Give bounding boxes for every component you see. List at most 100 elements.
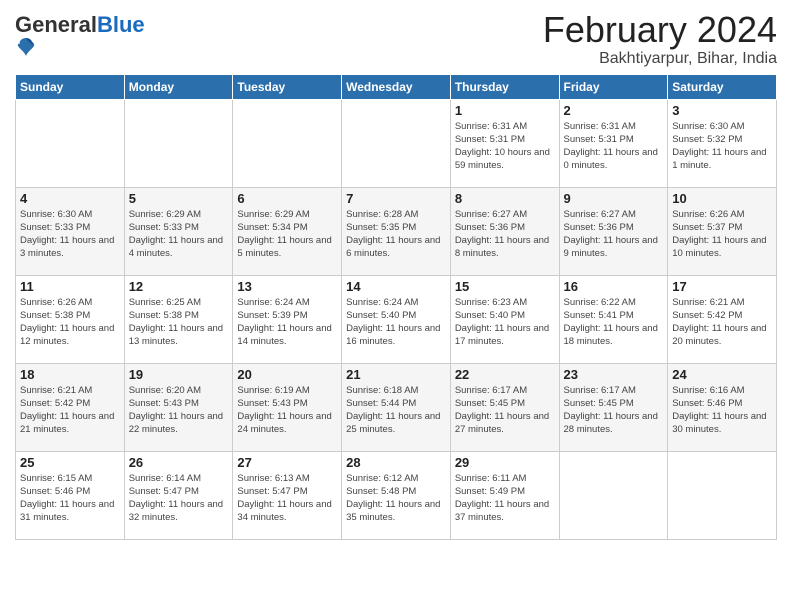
day-info: Sunrise: 6:14 AM Sunset: 5:47 PM Dayligh… — [129, 472, 229, 525]
day-info: Sunrise: 6:16 AM Sunset: 5:46 PM Dayligh… — [672, 384, 772, 437]
day-info: Sunrise: 6:27 AM Sunset: 5:36 PM Dayligh… — [455, 208, 555, 261]
day-number: 2 — [564, 103, 664, 118]
day-info: Sunrise: 6:23 AM Sunset: 5:40 PM Dayligh… — [455, 296, 555, 349]
table-row: 17Sunrise: 6:21 AM Sunset: 5:42 PM Dayli… — [668, 275, 777, 363]
table-row: 18 Sunrise: 6:21 AM Sunset: 5:42 PM Dayli… — [16, 363, 125, 451]
day-info: Sunrise: 6:20 AM Sunset: 5:43 PM Dayligh… — [129, 384, 229, 437]
day-number: 9 — [564, 191, 664, 206]
table-row: 1Sunrise: 6:31 AM Sunset: 5:31 PM Daylig… — [450, 99, 559, 187]
day-number: 7 — [346, 191, 446, 206]
day-number: 3 — [672, 103, 772, 118]
day-number: 18 — [20, 367, 120, 382]
day-number: 21 — [346, 367, 446, 382]
table-row: 4 Sunrise: 6:30 AM Sunset: 5:33 PM Daylig… — [16, 187, 125, 275]
day-number: 19 — [129, 367, 229, 382]
day-info: Sunrise: 6:17 AM Sunset: 5:45 PM Dayligh… — [564, 384, 664, 437]
table-row: 14 Sunrise: 6:24 AM Sunset: 5:40 PM Dayli… — [342, 275, 451, 363]
day-number: 28 — [346, 455, 446, 470]
calendar-week-row: 11 Sunrise: 6:26 AM Sunset: 5:38 PM Dayli… — [16, 275, 777, 363]
page: GeneralBlue February 2024 Bakhtiyarpur, … — [0, 0, 792, 612]
day-info: Sunrise: 6:31 AM Sunset: 5:31 PM Dayligh… — [564, 120, 664, 173]
table-row: 29 Sunrise: 6:11 AM Sunset: 5:49 PM Dayli… — [450, 451, 559, 539]
table-row: 24 Sunrise: 6:16 AM Sunset: 5:46 PM Dayli… — [668, 363, 777, 451]
day-number: 29 — [455, 455, 555, 470]
day-number: 4 — [20, 191, 120, 206]
table-row: 16Sunrise: 6:22 AM Sunset: 5:41 PM Dayli… — [559, 275, 668, 363]
table-row: 26 Sunrise: 6:14 AM Sunset: 5:47 PM Dayli… — [124, 451, 233, 539]
day-number: 8 — [455, 191, 555, 206]
header-thursday: Thursday — [450, 74, 559, 99]
day-info: Sunrise: 6:11 AM Sunset: 5:49 PM Dayligh… — [455, 472, 555, 525]
day-info: Sunrise: 6:25 AM Sunset: 5:38 PM Dayligh… — [129, 296, 229, 349]
day-number: 14 — [346, 279, 446, 294]
table-row — [124, 99, 233, 187]
table-row — [342, 99, 451, 187]
subtitle: Bakhtiyarpur, Bihar, India — [543, 50, 777, 68]
header-saturday: Saturday — [668, 74, 777, 99]
day-info: Sunrise: 6:31 AM Sunset: 5:31 PM Dayligh… — [455, 120, 555, 173]
header-wednesday: Wednesday — [342, 74, 451, 99]
header: GeneralBlue February 2024 Bakhtiyarpur, … — [15, 10, 777, 68]
day-info: Sunrise: 6:30 AM Sunset: 5:32 PM Dayligh… — [672, 120, 772, 173]
table-row: 20 Sunrise: 6:19 AM Sunset: 5:43 PM Dayli… — [233, 363, 342, 451]
table-row: 10 Sunrise: 6:26 AM Sunset: 5:37 PM Dayli… — [668, 187, 777, 275]
day-number: 26 — [129, 455, 229, 470]
day-number: 22 — [455, 367, 555, 382]
day-info: Sunrise: 6:21 AM Sunset: 5:42 PM Dayligh… — [20, 384, 120, 437]
main-title: February 2024 — [543, 10, 777, 50]
logo: GeneralBlue — [15, 14, 145, 63]
calendar-week-row: 4 Sunrise: 6:30 AM Sunset: 5:33 PM Daylig… — [16, 187, 777, 275]
day-info: Sunrise: 6:21 AM Sunset: 5:42 PM Dayligh… — [672, 296, 772, 349]
day-number: 16 — [564, 279, 664, 294]
calendar-week-row: 1Sunrise: 6:31 AM Sunset: 5:31 PM Daylig… — [16, 99, 777, 187]
table-row: 6Sunrise: 6:29 AM Sunset: 5:34 PM Daylig… — [233, 187, 342, 275]
day-number: 20 — [237, 367, 337, 382]
day-info: Sunrise: 6:12 AM Sunset: 5:48 PM Dayligh… — [346, 472, 446, 525]
table-row: 28 Sunrise: 6:12 AM Sunset: 5:48 PM Dayli… — [342, 451, 451, 539]
table-row: 23 Sunrise: 6:17 AM Sunset: 5:45 PM Dayli… — [559, 363, 668, 451]
day-info: Sunrise: 6:24 AM Sunset: 5:40 PM Dayligh… — [346, 296, 446, 349]
table-row — [16, 99, 125, 187]
logo-general: General — [15, 12, 97, 37]
table-row: 21Sunrise: 6:18 AM Sunset: 5:44 PM Dayli… — [342, 363, 451, 451]
table-row: 15Sunrise: 6:23 AM Sunset: 5:40 PM Dayli… — [450, 275, 559, 363]
title-block: February 2024 Bakhtiyarpur, Bihar, India — [543, 10, 777, 68]
day-info: Sunrise: 6:28 AM Sunset: 5:35 PM Dayligh… — [346, 208, 446, 261]
day-info: Sunrise: 6:15 AM Sunset: 5:46 PM Dayligh… — [20, 472, 120, 525]
table-row: 5 Sunrise: 6:29 AM Sunset: 5:33 PM Daylig… — [124, 187, 233, 275]
calendar-header-row: Sunday Monday Tuesday Wednesday Thursday… — [16, 74, 777, 99]
table-row: 8 Sunrise: 6:27 AM Sunset: 5:36 PM Daylig… — [450, 187, 559, 275]
table-row: 19 Sunrise: 6:20 AM Sunset: 5:43 PM Dayli… — [124, 363, 233, 451]
day-info: Sunrise: 6:24 AM Sunset: 5:39 PM Dayligh… — [237, 296, 337, 349]
day-info: Sunrise: 6:26 AM Sunset: 5:37 PM Dayligh… — [672, 208, 772, 261]
logo-text: GeneralBlue — [15, 14, 145, 36]
day-info: Sunrise: 6:19 AM Sunset: 5:43 PM Dayligh… — [237, 384, 337, 437]
table-row: 13Sunrise: 6:24 AM Sunset: 5:39 PM Dayli… — [233, 275, 342, 363]
day-number: 24 — [672, 367, 772, 382]
day-number: 11 — [20, 279, 120, 294]
table-row: 25 Sunrise: 6:15 AM Sunset: 5:46 PM Dayli… — [16, 451, 125, 539]
day-info: Sunrise: 6:27 AM Sunset: 5:36 PM Dayligh… — [564, 208, 664, 261]
table-row: 27 Sunrise: 6:13 AM Sunset: 5:47 PM Dayli… — [233, 451, 342, 539]
table-row: 12Sunrise: 6:25 AM Sunset: 5:38 PM Dayli… — [124, 275, 233, 363]
day-number: 25 — [20, 455, 120, 470]
table-row — [233, 99, 342, 187]
header-sunday: Sunday — [16, 74, 125, 99]
day-info: Sunrise: 6:17 AM Sunset: 5:45 PM Dayligh… — [455, 384, 555, 437]
table-row — [559, 451, 668, 539]
header-friday: Friday — [559, 74, 668, 99]
day-number: 27 — [237, 455, 337, 470]
logo-bird-icon — [17, 36, 35, 58]
day-info: Sunrise: 6:13 AM Sunset: 5:47 PM Dayligh… — [237, 472, 337, 525]
day-info: Sunrise: 6:29 AM Sunset: 5:34 PM Dayligh… — [237, 208, 337, 261]
day-number: 5 — [129, 191, 229, 206]
calendar-week-row: 18 Sunrise: 6:21 AM Sunset: 5:42 PM Dayli… — [16, 363, 777, 451]
day-info: Sunrise: 6:30 AM Sunset: 5:33 PM Dayligh… — [20, 208, 120, 261]
table-row: 2 Sunrise: 6:31 AM Sunset: 5:31 PM Daylig… — [559, 99, 668, 187]
day-number: 23 — [564, 367, 664, 382]
day-info: Sunrise: 6:26 AM Sunset: 5:38 PM Dayligh… — [20, 296, 120, 349]
header-tuesday: Tuesday — [233, 74, 342, 99]
calendar-table: Sunday Monday Tuesday Wednesday Thursday… — [15, 74, 777, 540]
day-info: Sunrise: 6:29 AM Sunset: 5:33 PM Dayligh… — [129, 208, 229, 261]
day-number: 10 — [672, 191, 772, 206]
